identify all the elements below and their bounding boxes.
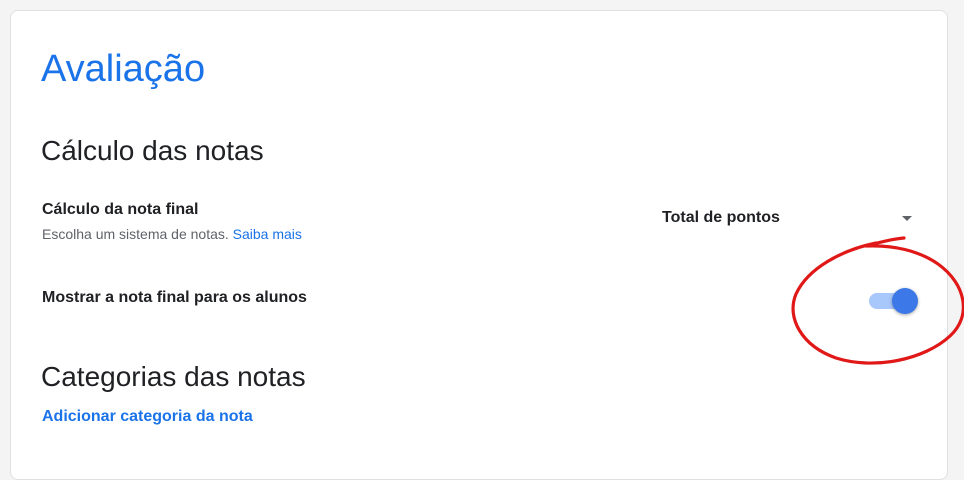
grade-calculation-heading: Cálculo das notas xyxy=(41,135,264,166)
add-grade-category-link[interactable]: Adicionar categoria da nota xyxy=(42,408,253,426)
grading-system-dropdown[interactable]: Total de pontos xyxy=(651,207,919,231)
show-final-grade-toggle[interactable] xyxy=(867,288,919,314)
toggle-thumb xyxy=(892,288,918,314)
learn-more-link[interactable]: Saiba mais xyxy=(233,226,302,242)
final-grade-description: Escolha um sistema de notas. Saiba mais xyxy=(42,226,302,242)
page-title: Avaliação xyxy=(41,48,206,90)
caret-down-icon xyxy=(902,216,912,221)
final-grade-description-text: Escolha um sistema de notas. xyxy=(42,226,229,242)
show-final-grade-label: Mostrar a nota final para os alunos xyxy=(42,289,307,306)
grading-settings-card: Avaliação Cálculo das notas Cálculo da n… xyxy=(10,10,948,480)
grading-system-selected: Total de pontos xyxy=(662,209,780,226)
grade-categories-heading: Categorias das notas xyxy=(41,361,306,392)
final-grade-calculation-label: Cálculo da nota final xyxy=(42,201,199,218)
